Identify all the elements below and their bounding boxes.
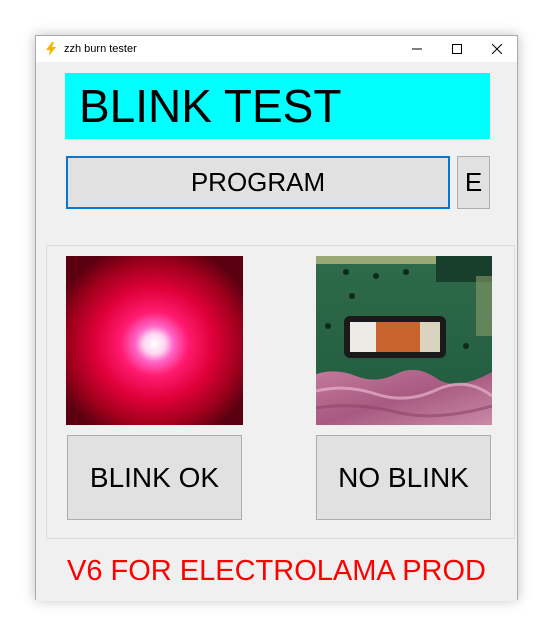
footer-version-text: V6 FOR ELECTROLAMA PROD (67, 555, 486, 587)
lightning-bolt-icon (46, 42, 56, 56)
window-controls (397, 36, 517, 62)
title-bar[interactable]: zzh burn tester (36, 36, 517, 62)
e-button[interactable]: E (457, 156, 490, 209)
close-icon (492, 44, 502, 54)
banner-text: BLINK TEST (79, 80, 342, 132)
maximize-icon (452, 44, 462, 54)
app-window: zzh burn tester BLINK TEST PROGRAM E BLI… (35, 35, 518, 601)
close-button[interactable] (477, 36, 517, 62)
program-button[interactable]: PROGRAM (66, 156, 450, 209)
no-blink-board-image (316, 256, 492, 425)
minimize-icon (412, 48, 422, 50)
blink-ok-button[interactable]: BLINK OK (67, 435, 242, 520)
maximize-button[interactable] (437, 36, 477, 62)
blink-led-image (66, 256, 243, 425)
blink-test-banner: BLINK TEST (65, 73, 490, 139)
window-content: BLINK TEST PROGRAM E BLINK OK NO BLINK V… (36, 62, 517, 601)
no-blink-button[interactable]: NO BLINK (316, 435, 491, 520)
window-title: zzh burn tester (64, 43, 137, 55)
minimize-button[interactable] (397, 36, 437, 62)
